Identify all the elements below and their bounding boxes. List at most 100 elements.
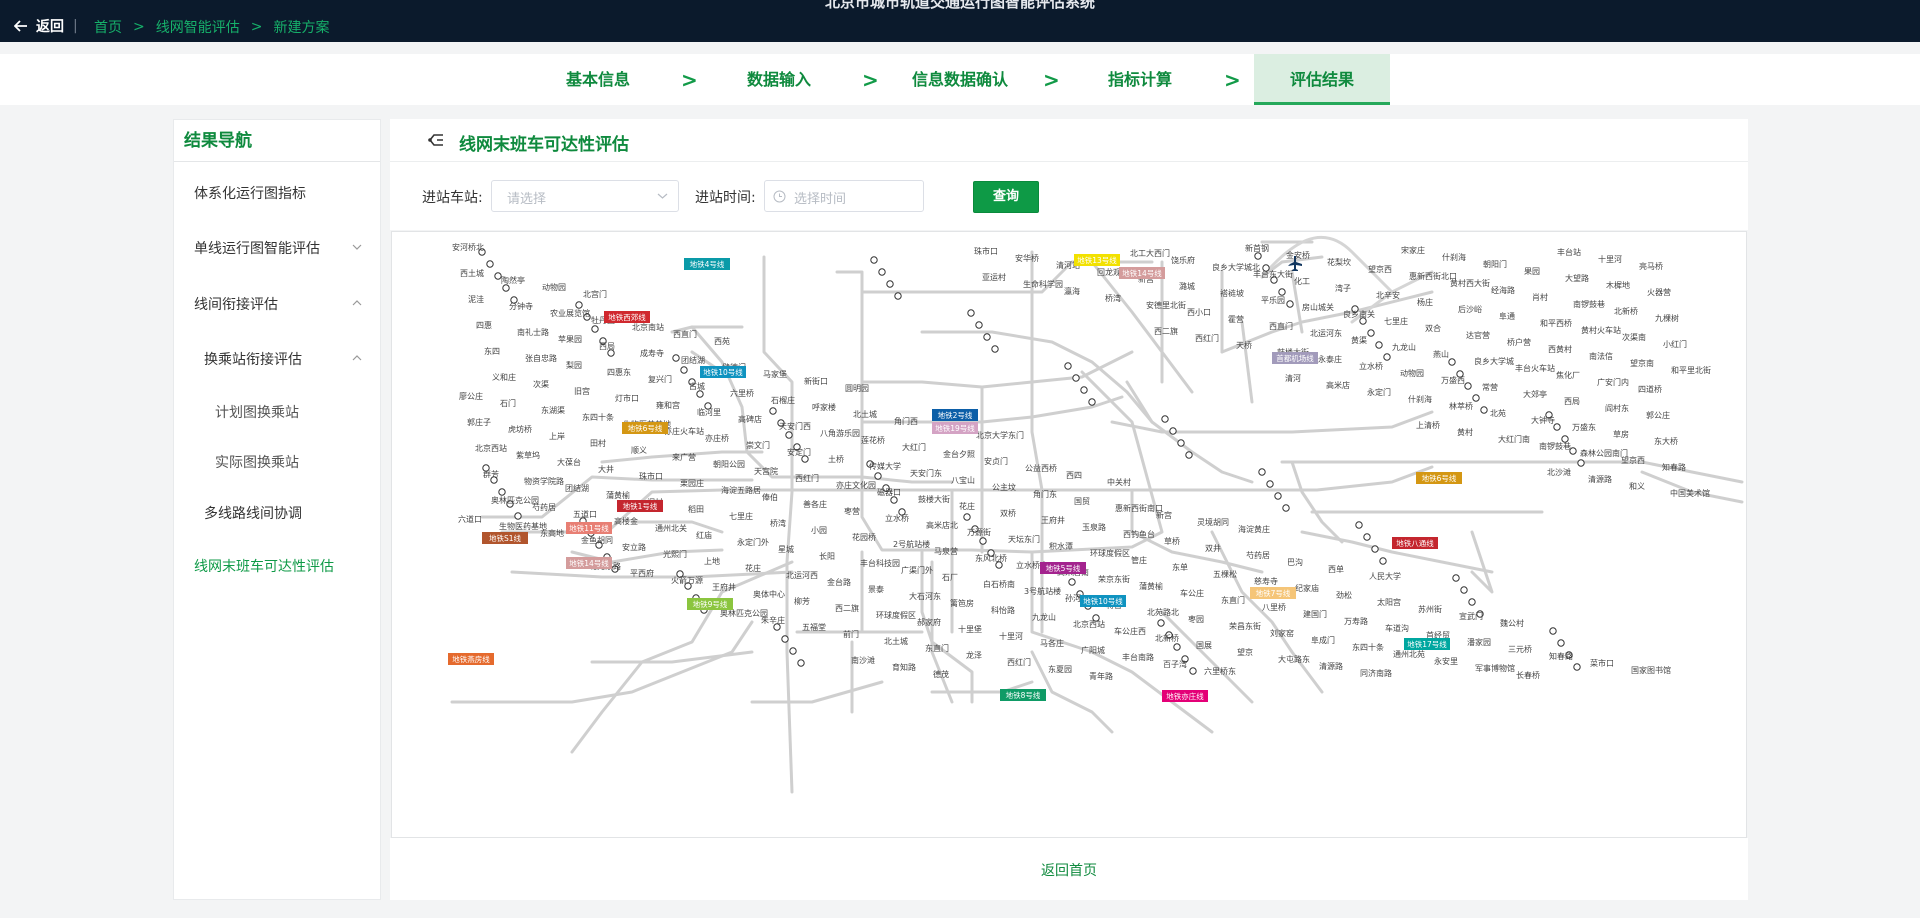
station-label[interactable]: 高米店 — [1326, 380, 1350, 390]
station-label[interactable]: 天宫院 — [754, 466, 778, 476]
station-label[interactable]: 永定门 — [1367, 387, 1391, 397]
station-label[interactable]: 安立路 — [622, 542, 646, 552]
station-label[interactable]: 人民大学 — [1369, 571, 1401, 581]
station-label[interactable]: 南锣鼓巷 — [1539, 441, 1571, 451]
station-label[interactable]: 纪家庙 — [1295, 583, 1319, 593]
line-tag[interactable]: 地铁西郊线 — [604, 311, 650, 323]
station-label[interactable]: 上清桥 — [1416, 420, 1440, 430]
nav-planned-transfer[interactable]: 计划图换乘站 — [215, 402, 299, 422]
station-label[interactable]: 中关村 — [1107, 477, 1131, 487]
line-tag[interactable]: 地铁8号线 — [1000, 689, 1046, 701]
station-label[interactable]: 清源路 — [1319, 661, 1343, 671]
station-label[interactable]: 西直门 — [673, 329, 697, 339]
station-label[interactable]: 马各庄 — [1040, 638, 1064, 648]
station-label[interactable]: 动物园 — [542, 282, 566, 292]
transfer-station-dot[interactable] — [991, 345, 999, 353]
transfer-station-dot[interactable] — [967, 309, 975, 317]
station-label[interactable]: 魏公村 — [1500, 618, 1524, 628]
station-label[interactable]: 果园 — [1524, 267, 1540, 276]
station-label[interactable]: 古城 — [689, 381, 705, 391]
station-label[interactable]: 传媒大学 — [869, 461, 901, 471]
station-label[interactable]: 虎坊桥 — [508, 424, 532, 434]
transfer-station-dot[interactable] — [1278, 288, 1286, 296]
station-label[interactable]: 知春路 — [1549, 651, 1573, 661]
station-label[interactable]: 泥洼 — [468, 294, 484, 304]
station-label[interactable]: 景泰 — [868, 584, 884, 594]
transfer-station-dot[interactable] — [672, 354, 680, 362]
station-label[interactable]: 大钟寺 — [1531, 415, 1555, 425]
station-label[interactable]: 国展 — [1196, 641, 1212, 650]
station-label[interactable]: 安定门 — [787, 447, 811, 457]
transfer-station-dot[interactable] — [874, 472, 882, 480]
station-label[interactable]: 北辛安 — [1376, 290, 1400, 300]
station-label[interactable]: 西四 — [1066, 471, 1082, 480]
station-label[interactable]: 科怡路 — [991, 605, 1015, 615]
transfer-station-dot[interactable] — [1185, 451, 1193, 459]
station-label[interactable]: 广渠门外 — [901, 565, 933, 575]
nav-transfer-eval[interactable]: 线间衔接评估 — [194, 294, 380, 314]
line-tag[interactable]: 地铁9号线 — [687, 598, 733, 610]
transfer-station-dot[interactable] — [498, 488, 506, 496]
station-label[interactable]: 九龙山 — [1032, 612, 1056, 622]
station-label[interactable]: 宋家庄 — [1401, 245, 1425, 255]
station-label[interactable]: 草房 — [1613, 429, 1629, 439]
station-label[interactable]: 亦庄文化园 — [836, 480, 876, 490]
transfer-station-dot[interactable] — [1080, 386, 1088, 394]
transfer-station-dot[interactable] — [1379, 557, 1387, 565]
station-label[interactable]: 郭公庄 — [1646, 410, 1670, 420]
station-label[interactable]: 高楼金 — [614, 516, 638, 526]
station-label[interactable]: 慈寿寺 — [1254, 576, 1278, 586]
station-label[interactable]: 天安门西 — [779, 421, 811, 431]
station-label[interactable]: 2号航站楼 — [893, 539, 930, 549]
station-label[interactable]: 森林公园南门 — [1580, 448, 1628, 458]
transfer-station-dot[interactable] — [575, 301, 583, 309]
station-label[interactable]: 东四十条 — [582, 412, 614, 422]
transfer-station-dot[interactable] — [1452, 574, 1460, 582]
station-label[interactable]: 角门西 — [894, 416, 918, 426]
station-label[interactable]: 朝阳门 — [1483, 259, 1507, 269]
station-label[interactable]: 顺义 — [631, 446, 647, 455]
station-label[interactable]: 珠市口 — [974, 246, 998, 256]
station-label[interactable]: 七里庄 — [729, 511, 753, 521]
transfer-station-dot[interactable] — [1161, 415, 1169, 423]
station-label[interactable]: 永安里 — [1434, 656, 1458, 666]
transfer-station-dot[interactable] — [781, 635, 789, 643]
back-button[interactable]: 返回 | — [14, 16, 88, 36]
station-label[interactable]: 望京西 — [1368, 264, 1392, 274]
transfer-station-dot[interactable] — [1064, 362, 1072, 370]
station-label[interactable]: 荣昌东街 — [1229, 621, 1261, 631]
station-label[interactable]: 俸伯 — [762, 492, 778, 502]
station-label[interactable]: 北沙滩 — [1547, 467, 1571, 477]
station-label[interactable]: 八角游乐园 — [820, 428, 860, 438]
station-label[interactable]: 车公庄西 — [1114, 626, 1146, 636]
station-label[interactable]: 望京 — [1237, 647, 1253, 657]
station-label[interactable]: 育知路 — [892, 662, 916, 672]
station-label[interactable]: 四惠东 — [607, 367, 631, 377]
transfer-station-dot[interactable] — [1254, 252, 1262, 260]
station-label[interactable]: 亮马桥 — [1639, 261, 1663, 271]
transfer-station-dot[interactable] — [1468, 598, 1476, 606]
station-label[interactable]: 草桥 — [1164, 536, 1180, 546]
station-label[interactable]: 角门东 — [1033, 489, 1057, 499]
line-tag[interactable]: 地铁S1线 — [482, 532, 528, 544]
station-label[interactable]: 国家图书馆 — [1631, 665, 1671, 675]
station-label[interactable]: 潘家园 — [1467, 637, 1491, 647]
station-label[interactable]: 来广营 — [672, 452, 696, 462]
line-tag[interactable]: 地铁14号线 — [1119, 267, 1165, 279]
station-label[interactable]: 崇文门 — [746, 440, 770, 450]
station-label[interactable]: 鼓楼大街 — [918, 494, 950, 504]
transfer-station-dot[interactable] — [591, 325, 599, 333]
station-label[interactable]: 张自忠路 — [525, 353, 557, 363]
station-label[interactable]: 北工大西门 — [1130, 248, 1170, 258]
station-label[interactable]: 东风北桥 — [975, 553, 1007, 563]
station-label[interactable]: 中国美术馆 — [1670, 488, 1710, 498]
station-label[interactable]: 北土城 — [884, 636, 908, 646]
station-label[interactable]: 次渠 — [533, 379, 549, 389]
station-label[interactable]: 九龙山 — [1392, 342, 1416, 352]
step-data-input[interactable]: 数据输入 — [718, 54, 840, 105]
station-label[interactable]: 海淀黄庄 — [1238, 524, 1270, 534]
station-label[interactable]: 燕山 — [1433, 349, 1449, 359]
station-label[interactable]: 经海路 — [1491, 285, 1515, 295]
station-label[interactable]: 安华桥 — [1015, 253, 1039, 263]
step-eval-result[interactable]: 评估结果 — [1254, 54, 1390, 105]
